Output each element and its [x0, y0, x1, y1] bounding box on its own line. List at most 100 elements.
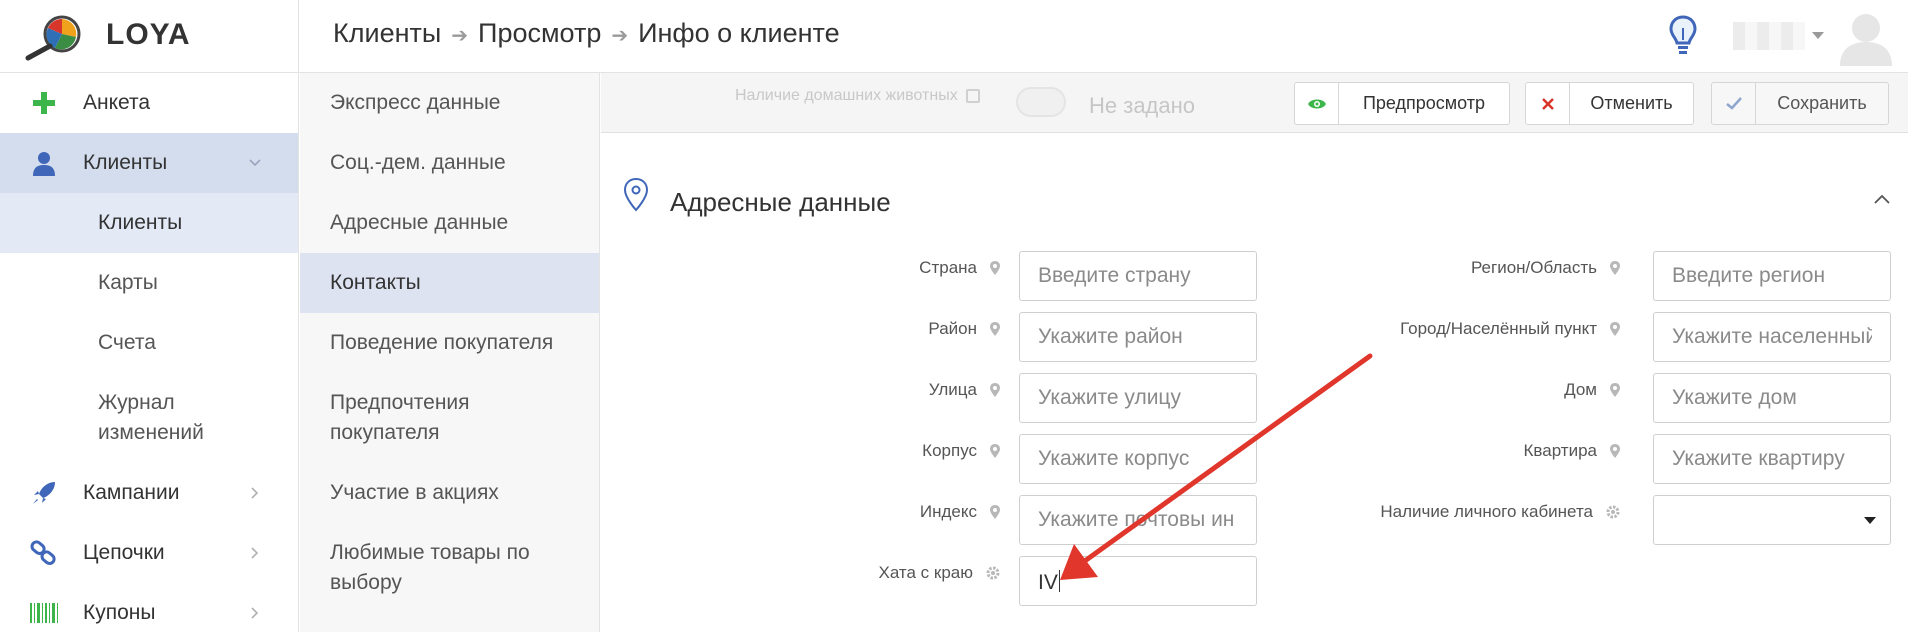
personal-account-select[interactable]	[1653, 495, 1891, 545]
section-menu-label: Экспресс данные	[330, 91, 501, 114]
dropdown-caret-icon	[1864, 517, 1876, 524]
faded-field-value: Не задано	[1089, 93, 1196, 118]
top-bar: LOYA Клиенты ➔ Просмотр ➔ Инфо о клиенте	[0, 0, 1908, 73]
field-label-region: Регион/Область	[1201, 258, 1621, 278]
field-label-text: Квартира	[1523, 441, 1597, 460]
arrow-right-icon: ➔	[451, 25, 469, 47]
chevron-up-icon[interactable]	[1873, 193, 1891, 205]
logo-area: LOYA	[0, 0, 299, 73]
sidebar-item-chains[interactable]: Цепочки	[0, 523, 298, 583]
cancel-button-label: Отменить	[1590, 93, 1673, 113]
map-pin-icon	[990, 505, 1000, 519]
field-label-text: Улица	[928, 380, 977, 399]
chevron-right-icon	[251, 547, 259, 559]
faded-field-label-text: Наличие домашних животных	[735, 87, 958, 104]
sidebar-subitem-accounts[interactable]: Счета	[0, 313, 298, 373]
field-label-text: Район	[928, 319, 977, 338]
section-menu-label: Участие в акциях	[330, 481, 499, 504]
checkmark-icon	[1712, 83, 1756, 124]
gear-icon	[1606, 505, 1620, 519]
save-button-label: Сохранить	[1777, 93, 1867, 113]
section-menu-label: Соц.-дем. данные	[330, 151, 506, 174]
region-input[interactable]	[1653, 251, 1891, 301]
avatar[interactable]	[1838, 8, 1894, 66]
map-pin-icon	[990, 261, 1000, 275]
section-menu-label: Предпочтения покупателя	[330, 391, 470, 444]
faded-field-label: Наличие домашних животных	[735, 87, 980, 105]
field-label-district: Район	[701, 319, 1001, 339]
sidebar-item-label: Цепочки	[83, 541, 165, 564]
section-menu-item-favorite-products[interactable]: Любимые товары по выбору	[300, 523, 599, 613]
loya-logo-icon[interactable]	[22, 14, 86, 62]
section-menu-item-customer-preferences[interactable]: Предпочтения покупателя	[300, 373, 599, 463]
breadcrumb-item-client-info: Инфо о клиенте	[638, 18, 840, 48]
eye-icon	[1295, 83, 1339, 124]
field-label-apartment: Квартира	[1201, 441, 1621, 461]
section-menu-label: Адресные данные	[330, 211, 509, 234]
user-icon	[28, 147, 60, 179]
section-menu-item-address-data[interactable]: Адресные данные	[300, 193, 599, 253]
section-menu-label: Любимые товары по выбору	[330, 541, 530, 594]
sidebar-item-label: Кампании	[83, 481, 180, 504]
field-label-country: Страна	[701, 258, 1001, 278]
sidebar-item-label: Анкета	[83, 91, 151, 114]
sidebar-item-campaigns[interactable]: Кампании	[0, 463, 298, 523]
preview-button-label: Предпросмотр	[1362, 93, 1486, 113]
map-pin-icon	[623, 177, 649, 212]
section-menu-item-socdem-data[interactable]: Соц.-дем. данные	[300, 133, 599, 193]
city-input[interactable]	[1653, 312, 1891, 362]
address-section-header[interactable]: Адресные данные	[601, 161, 1908, 231]
preview-button[interactable]: Предпросмотр	[1294, 82, 1510, 125]
field-label-personal-account: Наличие личного кабинета	[1201, 502, 1621, 522]
chevron-right-icon	[251, 607, 259, 619]
calendar-icon	[965, 89, 980, 103]
field-label-street: Улица	[701, 380, 1001, 400]
save-button[interactable]: Сохранить	[1711, 82, 1889, 125]
field-label-text: Город/Населённый пункт	[1400, 319, 1597, 338]
breadcrumb-item-clients[interactable]: Клиенты	[333, 18, 441, 49]
map-pin-icon	[1610, 322, 1620, 336]
sidebar-item-clients[interactable]: Клиенты	[0, 133, 298, 193]
section-menu-item-promo-participation[interactable]: Участие в акциях	[300, 463, 599, 523]
field-label-city: Город/Населённый пункт	[1201, 319, 1621, 339]
field-label-custom-hut: Хата с краю	[701, 563, 1001, 583]
custom-hut-input[interactable]: IV	[1019, 556, 1257, 606]
section-title: Адресные данные	[670, 187, 891, 217]
cancel-button[interactable]: Отменить	[1525, 82, 1694, 125]
sidebar-subitem-cards[interactable]: Карты	[0, 253, 298, 313]
custom-hut-value: IV	[1038, 570, 1060, 595]
text-cursor	[1058, 570, 1060, 592]
field-label-house: Дом	[1201, 380, 1621, 400]
section-menu-item-express-data[interactable]: Экспресс данные	[300, 73, 599, 133]
section-menu-item-customer-behavior[interactable]: Поведение покупателя	[300, 313, 599, 373]
breadcrumb-item-view[interactable]: Просмотр	[478, 18, 601, 49]
field-label-text: Регион/Область	[1470, 258, 1597, 277]
pets-toggle[interactable]	[1016, 87, 1066, 117]
field-label-text: Корпус	[922, 441, 977, 460]
plus-icon	[28, 87, 60, 119]
sidebar-item-questionnaire[interactable]: Анкета	[0, 73, 298, 133]
map-pin-icon	[1610, 261, 1620, 275]
user-name-blurred[interactable]	[1733, 22, 1805, 50]
app-name: LOYA	[106, 18, 191, 51]
close-icon	[1526, 83, 1570, 124]
field-label-postcode: Индекс	[701, 502, 1001, 522]
sidebar-subitem-label: Карты	[98, 271, 158, 294]
field-label-text: Наличие личного кабинета	[1380, 502, 1593, 521]
sidebar-subitem-clients[interactable]: Клиенты	[0, 193, 298, 253]
sidebar-subitem-label: Клиенты	[98, 211, 183, 234]
sidebar: Анкета Клиенты Клиенты Карты Счета Журна…	[0, 73, 299, 632]
sidebar-subitem-change-log[interactable]: Журнал изменений	[0, 373, 298, 463]
action-toolbar: Наличие домашних животных Не задано Пред…	[601, 73, 1908, 133]
sidebar-item-coupons[interactable]: Купоны	[0, 583, 298, 632]
lightbulb-icon[interactable]	[1668, 14, 1698, 58]
sidebar-subitem-label: Счета	[98, 331, 156, 354]
chevron-down-icon[interactable]	[1812, 32, 1824, 39]
house-input[interactable]	[1653, 373, 1891, 423]
barcode-icon	[28, 597, 60, 629]
field-label-text: Хата с краю	[878, 563, 973, 582]
main-content: Наличие домашних животных Не задано Пред…	[601, 73, 1908, 632]
field-label-text: Страна	[919, 258, 977, 277]
section-menu-item-contacts[interactable]: Контакты	[300, 253, 599, 313]
apartment-input[interactable]	[1653, 434, 1891, 484]
